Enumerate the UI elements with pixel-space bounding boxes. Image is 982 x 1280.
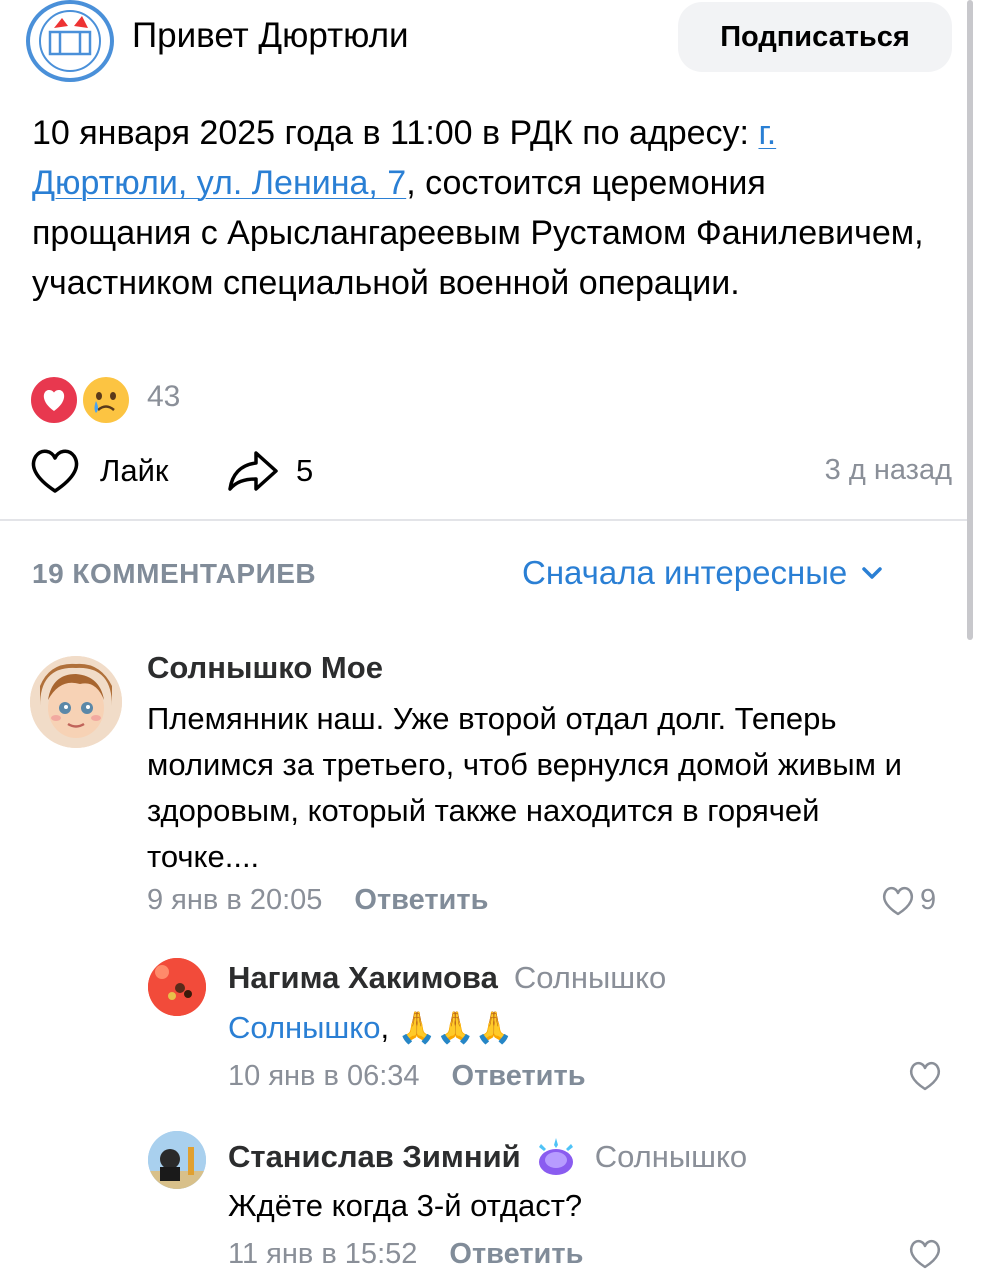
reply-to-name[interactable]: Солнышко bbox=[514, 960, 666, 995]
reply-to-name[interactable]: Солнышко bbox=[595, 1139, 747, 1175]
comment-meta: 10 янв в 06:34 Ответить bbox=[228, 1060, 586, 1093]
avatar[interactable] bbox=[148, 958, 206, 1016]
heart-outline-icon bbox=[31, 449, 79, 493]
comment-meta: 11 янв в 15:52 Ответить bbox=[228, 1238, 583, 1271]
comments-count: 19 КОММЕНТАРИЕВ bbox=[32, 558, 317, 589]
sort-label: Сначала интересные bbox=[522, 554, 848, 591]
share-arrow-icon bbox=[228, 451, 278, 491]
group-logo-icon bbox=[39, 10, 101, 72]
comment-text: Солнышко, 🙏🙏🙏 bbox=[228, 1005, 928, 1051]
comment-like-button[interactable] bbox=[907, 1060, 943, 1092]
comment-meta: 9 янв в 20:05 Ответить bbox=[147, 884, 488, 917]
comment-like-button[interactable] bbox=[907, 1238, 943, 1270]
crying-face-icon[interactable] bbox=[80, 374, 132, 426]
heart-outline-icon bbox=[909, 1239, 941, 1269]
mention-link[interactable]: Солнышко bbox=[228, 1010, 380, 1045]
heart-outline-icon bbox=[882, 886, 914, 915]
post-text: 10 января 2025 года в 11:00 в РДК по адр… bbox=[32, 108, 932, 308]
comment-author-line: Станислав Зимний Солнышко bbox=[228, 1136, 747, 1178]
like-button[interactable]: Лайк bbox=[28, 446, 168, 496]
reply-button[interactable]: Ответить bbox=[449, 1238, 583, 1271]
post-time: 3 д назад bbox=[824, 454, 952, 486]
reply-button[interactable]: Ответить bbox=[354, 884, 488, 917]
comment-text-rest: , 🙏🙏🙏 bbox=[380, 1010, 514, 1045]
comment-author[interactable]: Станислав Зимний bbox=[228, 1139, 521, 1175]
comment-like-button[interactable]: 9 bbox=[880, 884, 936, 917]
sort-select[interactable]: Сначала интересные bbox=[522, 554, 883, 592]
avatar[interactable] bbox=[30, 656, 122, 748]
comment-date: 11 янв в 15:52 bbox=[228, 1238, 418, 1270]
reply-button[interactable]: Ответить bbox=[452, 1060, 586, 1093]
heart-outline-icon bbox=[909, 1061, 941, 1091]
chevron-down-icon bbox=[862, 567, 883, 579]
subscribe-button[interactable]: Подписаться bbox=[678, 2, 952, 72]
shares-count: 5 bbox=[296, 453, 314, 488]
comment-date: 9 янв в 20:05 bbox=[147, 884, 323, 916]
comment-like-count: 9 bbox=[920, 884, 937, 916]
scrollbar[interactable] bbox=[967, 0, 973, 640]
comment-author[interactable]: Солнышко Мое bbox=[147, 650, 383, 686]
divider bbox=[0, 519, 967, 521]
comment-text: Ждёте когда 3-й отдаст? bbox=[228, 1188, 583, 1223]
comment-date: 10 янв в 06:34 bbox=[228, 1060, 420, 1092]
avatar[interactable] bbox=[148, 1131, 206, 1189]
heart-reaction-icon[interactable] bbox=[28, 374, 80, 426]
group-avatar[interactable] bbox=[26, 0, 114, 82]
comment-author-line: Нагима Хакимова Солнышко bbox=[228, 960, 666, 996]
comment-author[interactable]: Нагима Хакимова bbox=[228, 960, 498, 995]
post-text-start: 10 января 2025 года в 11:00 в РДК по адр… bbox=[32, 114, 759, 152]
sparkle-badge-icon[interactable] bbox=[533, 1136, 579, 1178]
like-label: Лайк bbox=[100, 453, 169, 488]
comment-text: Племянник наш. Уже второй отдал долг. Те… bbox=[147, 701, 902, 874]
share-button[interactable]: 5 bbox=[226, 446, 313, 496]
group-name[interactable]: Привет Дюртюли bbox=[132, 16, 409, 56]
reactions-count[interactable]: 43 bbox=[147, 380, 180, 414]
